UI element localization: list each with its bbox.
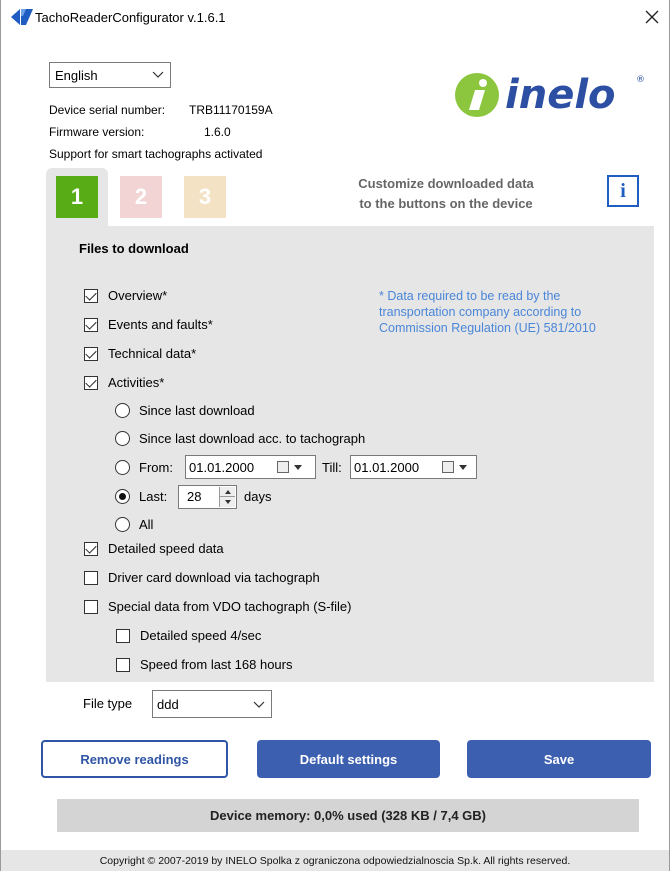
info-button[interactable]: i [607,175,639,207]
from-date-value: 01.01.2000 [189,459,255,475]
calendar-icon [277,461,289,473]
from-label: From: [139,460,173,475]
dropdown-arrow-icon [459,465,467,470]
remove-readings-button[interactable]: Remove readings [41,740,228,778]
inelo-logo: inelo ® [455,72,645,118]
last-days-value: 28 [187,489,202,504]
file-type-value: ddd [157,696,179,712]
app-window: TachoReaderConfigurator v.1.6.1 English … [0,0,670,871]
calendar-icon [442,461,454,473]
last-days-radio[interactable] [115,489,130,504]
save-button[interactable]: Save [467,740,651,778]
close-button[interactable] [635,0,669,34]
required-data-note: * Data required to be read by the transp… [379,289,596,335]
last-label: Last: [139,489,168,504]
detailed-speed-4-label: Detailed speed 4/sec [140,628,262,643]
tab-2[interactable]: 2 [120,176,162,218]
technical-data-checkbox[interactable] [84,347,98,361]
stepper-up-button[interactable] [220,487,235,497]
since-last-download-label: Since last download [139,403,255,418]
customize-hint: Customize downloaded data to the buttons… [321,174,571,214]
close-icon [645,10,659,24]
file-type-select[interactable]: ddd [152,690,272,718]
stepper-down-button[interactable] [220,497,235,507]
overview-label: Overview* [108,288,168,303]
tab-1[interactable]: 1 [56,176,98,218]
dropdown-arrow-icon [294,465,302,470]
firmware-row: Firmware version: 1.6.0 [49,125,349,139]
copyright-footer: Copyright © 2007-2019 by INELO Spolka z … [1,850,669,871]
serial-number-row: Device serial number: TRB11170159A [49,103,349,117]
from-radio[interactable] [115,460,130,475]
activities-checkbox[interactable] [84,376,98,390]
activities-label: Activities* [108,375,165,390]
events-faults-checkbox[interactable] [84,318,98,332]
special-vdo-label: Special data from VDO tachograph (S-file… [108,599,352,614]
driver-card-checkbox[interactable] [84,571,98,585]
speed-168-label: Speed from last 168 hours [140,657,293,672]
firmware-value: 1.6.0 [204,125,231,139]
since-last-download-tacho-radio[interactable] [115,431,130,446]
till-date-value: 01.01.2000 [354,459,420,475]
window-title: TachoReaderConfigurator v.1.6.1 [35,10,226,25]
since-last-download-radio[interactable] [115,403,130,418]
detailed-speed-label: Detailed speed data [108,541,224,556]
all-label: All [139,517,154,532]
special-vdo-checkbox[interactable] [84,600,98,614]
driver-card-label: Driver card download via tachograph [108,570,320,585]
detailed-speed-4-checkbox[interactable] [116,629,130,643]
technical-data-label: Technical data* [108,346,197,361]
stepper-buttons [219,487,235,507]
logo-registered-mark: ® [636,75,645,85]
info-icon: i [620,179,626,202]
speed-168-checkbox[interactable] [116,658,130,672]
till-label: Till: [322,460,342,475]
firmware-label: Firmware version: [49,125,145,139]
smart-tachograph-status: Support for smart tachographs activated [49,147,263,161]
customize-hint-line2: to the buttons on the device [359,196,533,211]
language-selected-value: English [55,67,98,83]
last-days-stepper[interactable]: 28 [178,485,237,509]
arrow-down-icon [224,500,231,504]
serial-number-value: TRB11170159A [189,103,273,117]
detailed-speed-checkbox[interactable] [84,542,98,556]
all-radio[interactable] [115,517,130,532]
chevron-down-icon [253,701,265,708]
logo-text: inelo [505,72,616,118]
till-date-picker[interactable]: 01.01.2000 [350,455,477,479]
overview-checkbox[interactable] [84,289,98,303]
file-type-label: File type [83,696,133,711]
events-faults-label: Events and faults* [108,317,213,332]
device-memory-text: Device memory: 0,0% used (328 KB / 7,4 G… [209,808,486,823]
since-last-download-tacho-label: Since last download acc. to tachograph [139,431,366,446]
days-label: days [244,489,272,504]
language-select[interactable]: English [49,62,171,88]
customize-hint-line1: Customize downloaded data [358,176,534,191]
tab-3[interactable]: 3 [184,176,226,218]
device-memory-bar: Device memory: 0,0% used (328 KB / 7,4 G… [57,799,639,832]
app-logo-icon [11,9,33,25]
serial-number-label: Device serial number: [49,103,166,117]
arrow-up-icon [224,489,231,494]
default-settings-button[interactable]: Default settings [257,740,440,778]
files-to-download-title: Files to download [79,241,189,256]
title-bar: TachoReaderConfigurator v.1.6.1 [1,0,669,34]
chevron-down-icon [152,71,164,78]
